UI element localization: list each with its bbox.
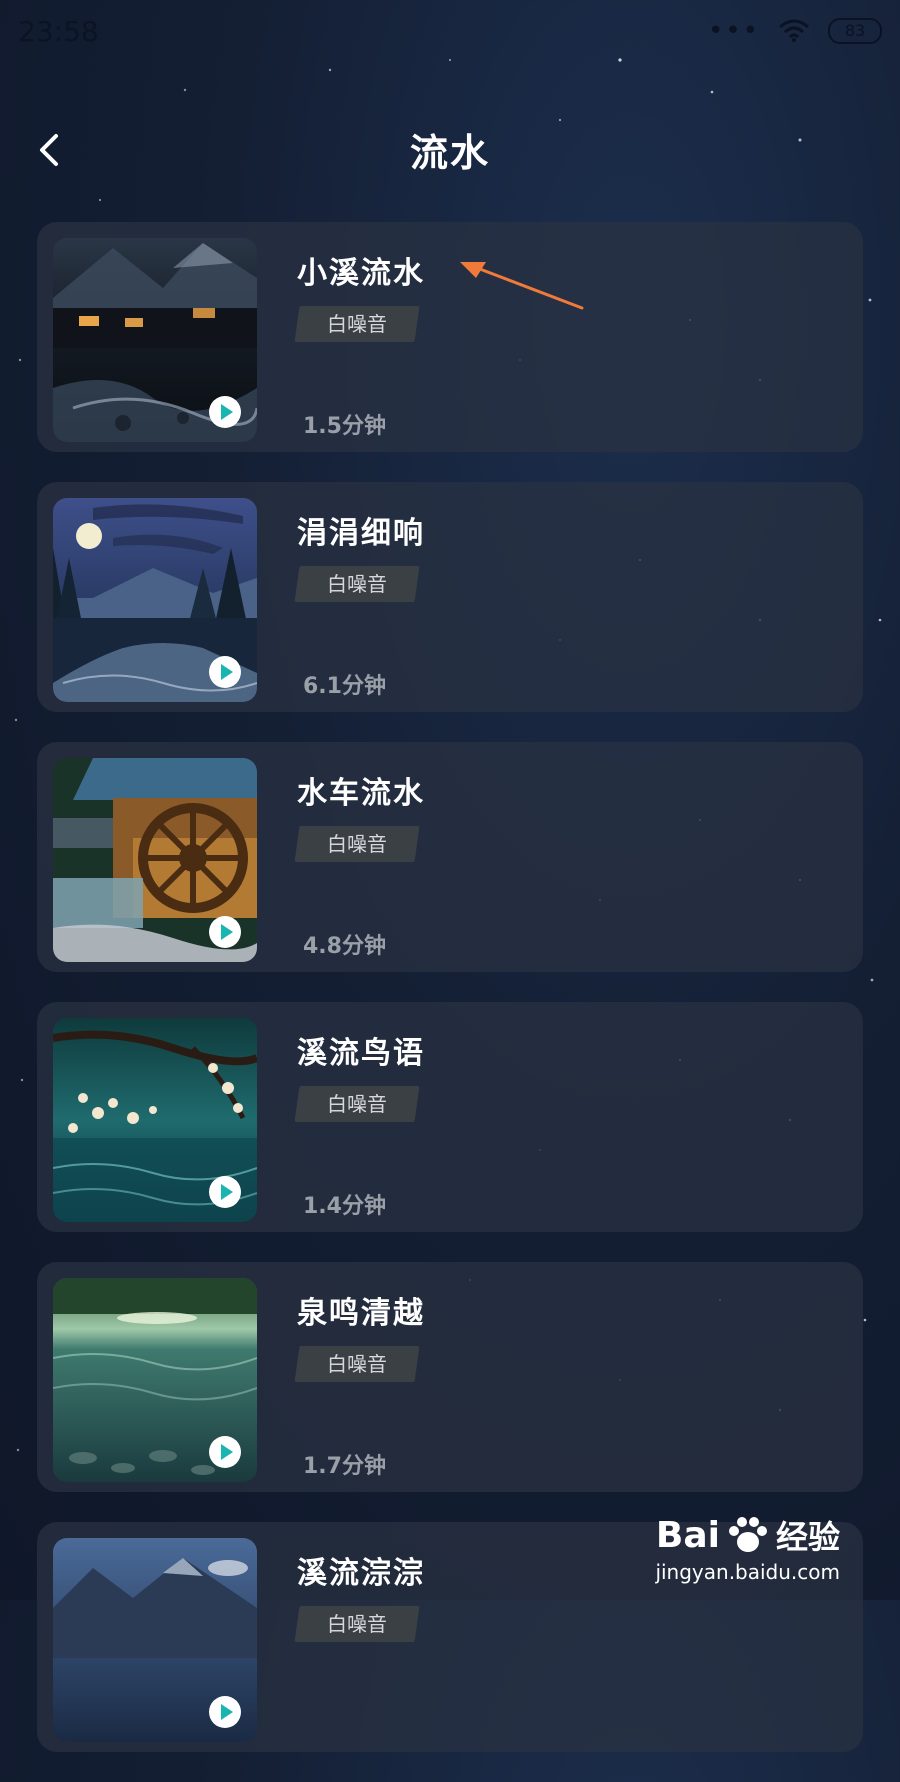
status-time: 23:58 xyxy=(18,14,99,48)
watermark-brand-text: 经验 xyxy=(775,1518,840,1556)
status-bar: 23:58 ••• 83 xyxy=(0,0,900,62)
track-card[interactable]: 泉鸣清越 白噪音 1.7分钟 xyxy=(37,1262,863,1492)
track-card[interactable]: 水车流水 白噪音 4.8分钟 xyxy=(37,742,863,972)
play-icon[interactable] xyxy=(209,656,241,688)
play-icon[interactable] xyxy=(209,916,241,948)
track-tag: 白噪音 xyxy=(294,1346,420,1382)
watermark-logo-text: Bai xyxy=(655,1514,720,1556)
track-card[interactable]: 小溪流水 白噪音 1.5分钟 xyxy=(37,222,863,452)
track-card[interactable]: 涓涓细响 白噪音 6.1分钟 xyxy=(37,482,863,712)
track-title: 小溪流水 xyxy=(297,256,425,291)
track-thumbnail[interactable] xyxy=(53,498,257,702)
track-duration: 6.1分钟 xyxy=(303,674,386,699)
track-card[interactable]: 溪流鸟语 白噪音 1.4分钟 xyxy=(37,1002,863,1232)
track-duration: 1.5分钟 xyxy=(303,414,386,439)
track-tag: 白噪音 xyxy=(294,306,420,342)
header: 流水 xyxy=(0,110,900,190)
track-title: 水车流水 xyxy=(297,776,425,811)
page-title: 流水 xyxy=(409,131,490,175)
battery-icon: 83 xyxy=(828,18,882,44)
annotation-arrow-icon xyxy=(460,262,584,310)
status-indicators: ••• 83 xyxy=(708,16,882,46)
play-icon[interactable] xyxy=(209,1696,241,1728)
track-title: 泉鸣清越 xyxy=(297,1296,425,1331)
track-tag: 白噪音 xyxy=(294,1086,420,1122)
play-icon[interactable] xyxy=(209,396,241,428)
wifi-icon xyxy=(779,19,809,42)
track-thumbnail[interactable] xyxy=(53,1538,257,1742)
track-title: 溪流淙淙 xyxy=(297,1556,425,1591)
track-duration: 1.4分钟 xyxy=(303,1194,386,1219)
track-title: 涓涓细响 xyxy=(297,516,425,551)
track-title: 溪流鸟语 xyxy=(297,1036,425,1071)
signal-dots-icon: ••• xyxy=(707,16,760,46)
track-thumbnail[interactable] xyxy=(53,238,257,442)
track-duration: 4.8分钟 xyxy=(303,934,386,959)
play-icon[interactable] xyxy=(209,1176,241,1208)
track-thumbnail[interactable] xyxy=(53,758,257,962)
paw-icon xyxy=(728,1517,767,1552)
track-tag: 白噪音 xyxy=(294,566,420,602)
watermark: Bai 经验 jingyan.baidu.com xyxy=(655,1512,840,1585)
track-tag: 白噪音 xyxy=(294,1606,420,1642)
track-duration: 1.7分钟 xyxy=(303,1454,386,1479)
track-thumbnail[interactable] xyxy=(53,1278,257,1482)
track-thumbnail[interactable] xyxy=(53,1018,257,1222)
track-tag: 白噪音 xyxy=(294,826,420,862)
watermark-url: jingyan.baidu.com xyxy=(655,1560,840,1584)
play-icon[interactable] xyxy=(209,1436,241,1468)
